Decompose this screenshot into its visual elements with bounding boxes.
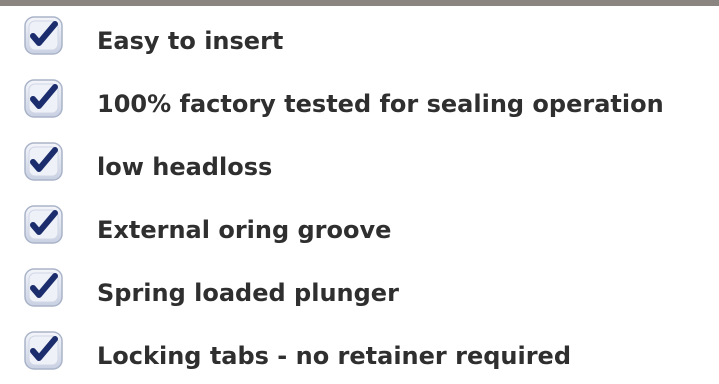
top-divider-bar (0, 0, 719, 6)
feature-item: 100% factory tested for sealing operatio… (0, 71, 719, 134)
feature-page: Easy to insert 100% factory tested for s (0, 0, 719, 384)
feature-label: Easy to insert (97, 27, 284, 55)
checkbox-checked-icon (22, 264, 66, 310)
feature-item: External oring groove (0, 197, 719, 260)
feature-label: Locking tabs - no retainer required (97, 342, 572, 370)
feature-list: Easy to insert 100% factory tested for s (0, 8, 719, 384)
feature-label: 100% factory tested for sealing operatio… (97, 90, 664, 118)
feature-label: low headloss (97, 153, 273, 181)
feature-item: Easy to insert (0, 8, 719, 71)
feature-label: Spring loaded plunger (97, 279, 399, 307)
checkbox-checked-icon (22, 75, 66, 121)
checkbox-checked-icon (22, 12, 66, 58)
checkbox-checked-icon (22, 327, 66, 373)
feature-item: Locking tabs - no retainer required (0, 323, 719, 384)
feature-item: Spring loaded plunger (0, 260, 719, 323)
feature-item: low headloss (0, 134, 719, 197)
checkbox-checked-icon (22, 138, 66, 184)
feature-label: External oring groove (97, 216, 392, 244)
checkbox-checked-icon (22, 201, 66, 247)
